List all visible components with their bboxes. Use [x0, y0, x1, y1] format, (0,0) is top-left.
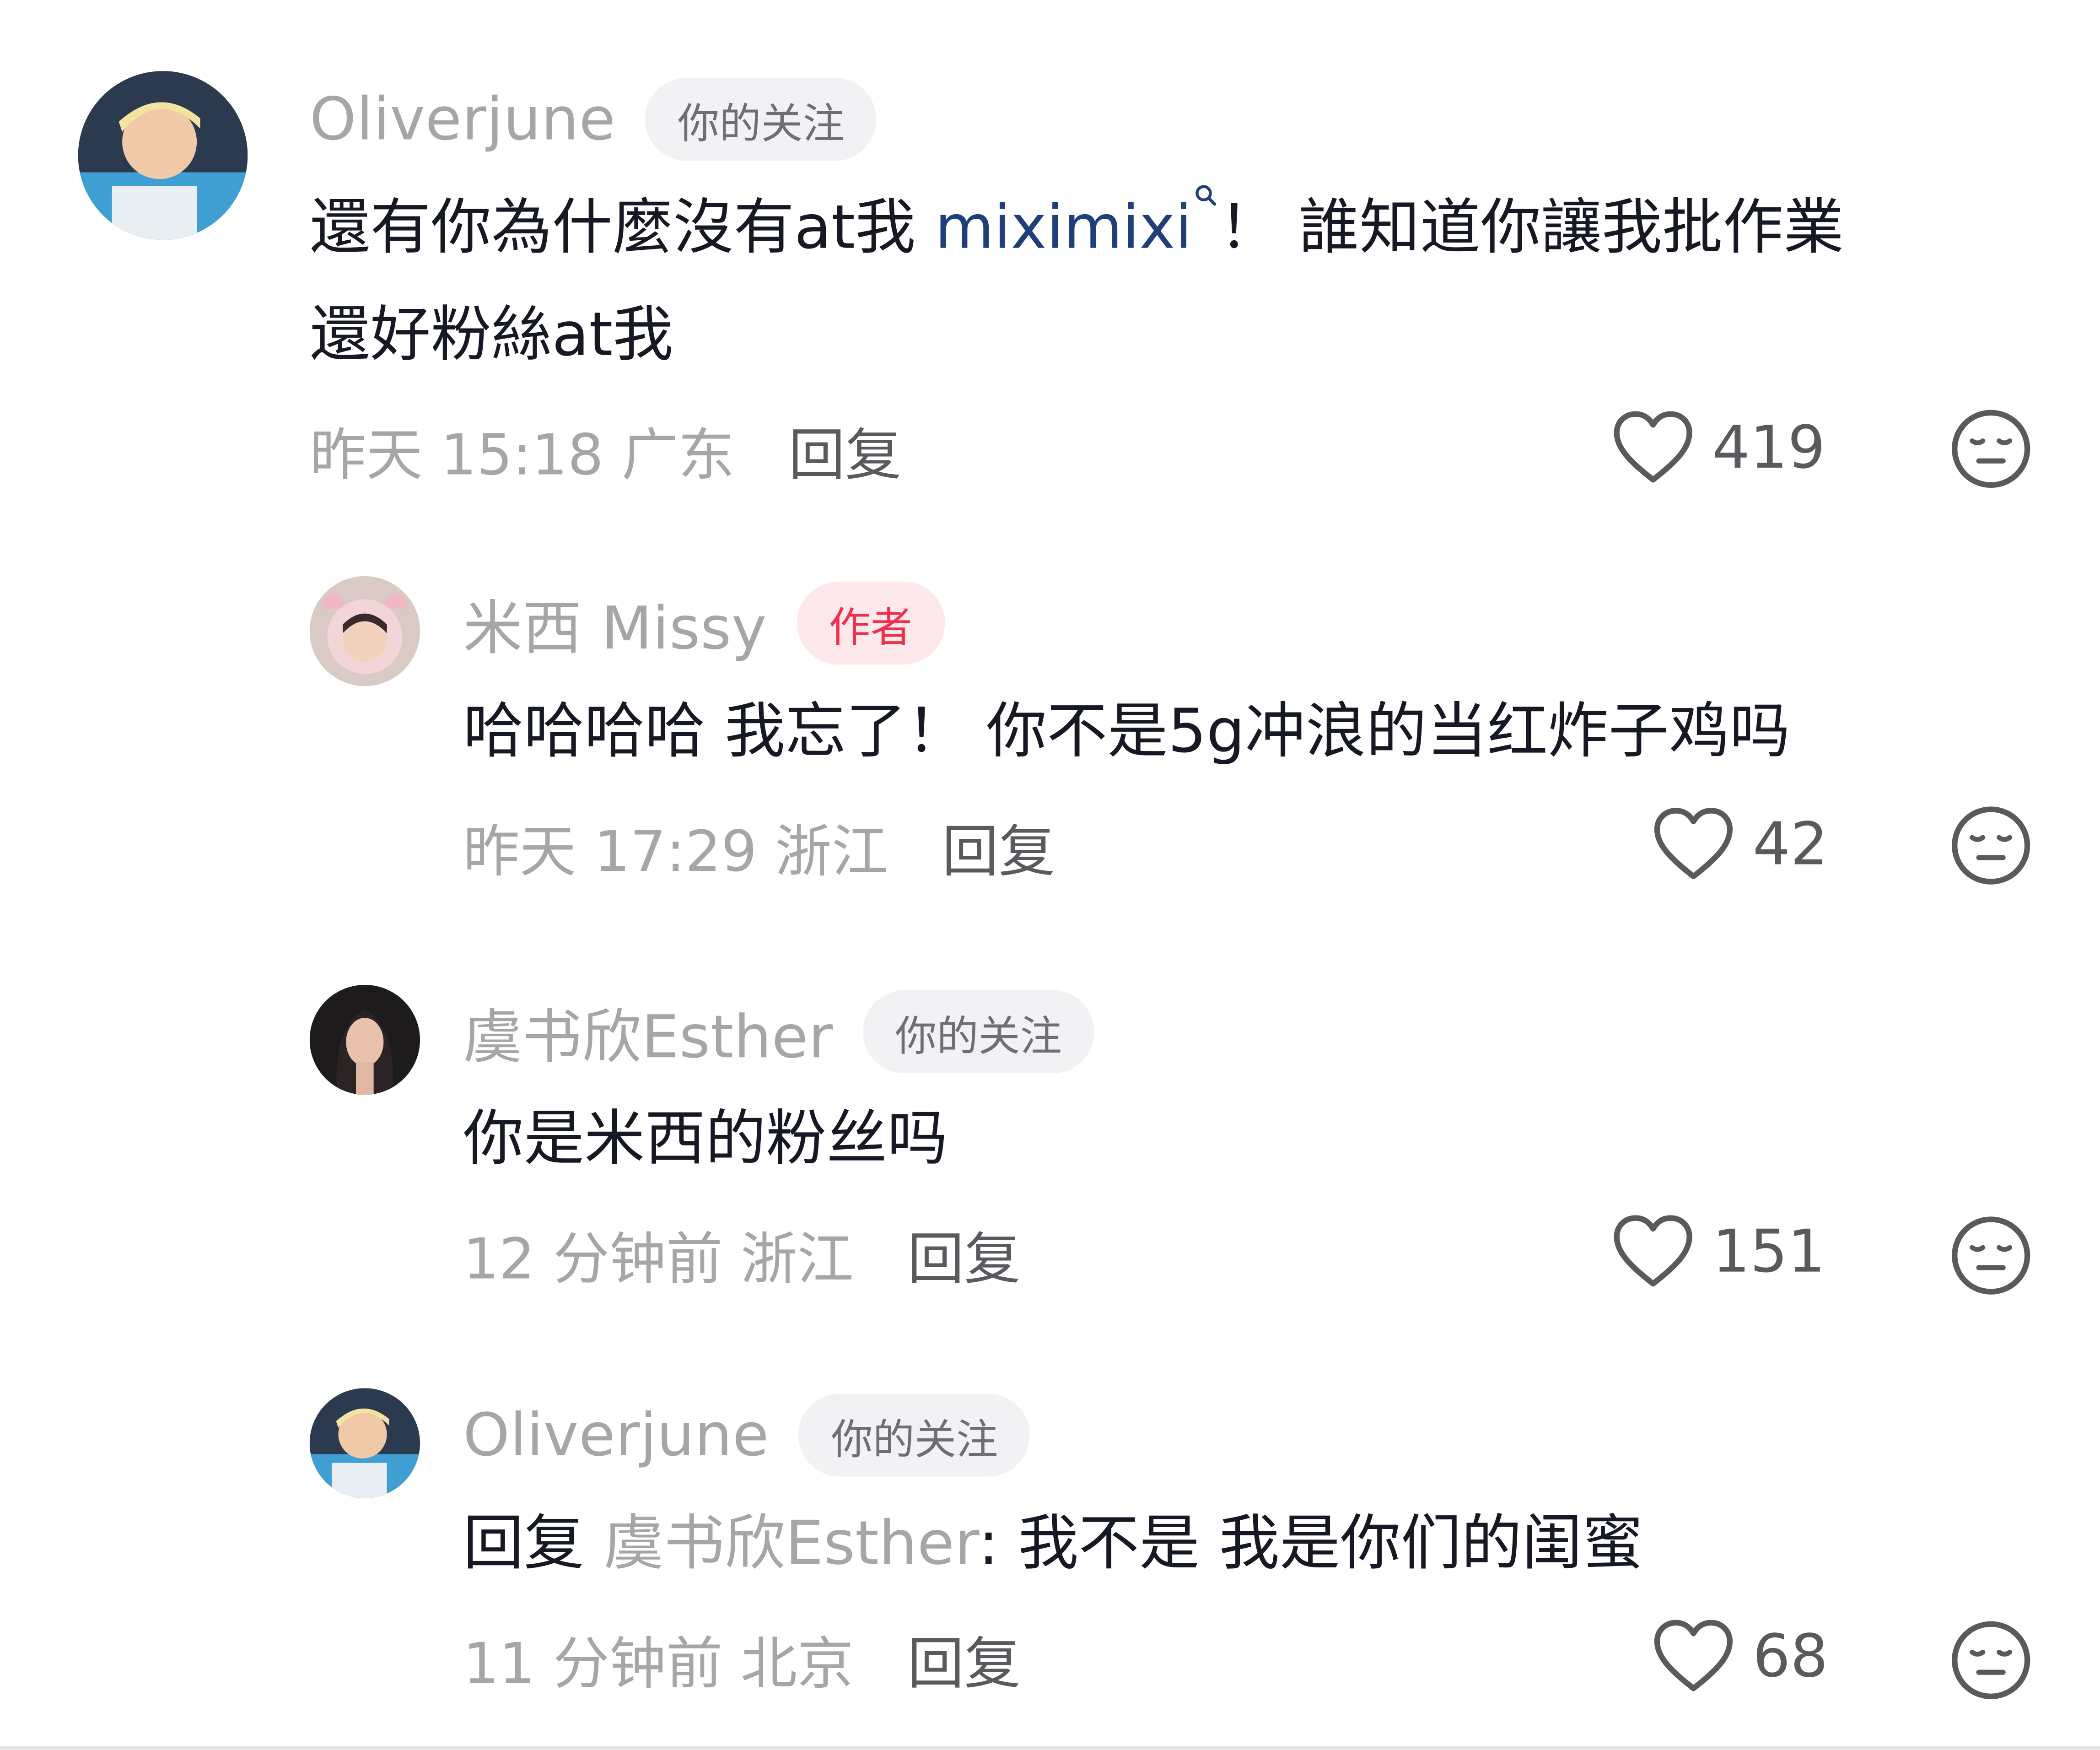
divider	[0, 1746, 2100, 1750]
like-button[interactable]: 42	[1653, 807, 1828, 882]
comment-meta: 昨天 17:29 浙江 回复	[463, 807, 1055, 889]
comment-time-location: 昨天 15:18 广东	[309, 422, 735, 488]
comment-header: Oliverjune 你的关注	[310, 77, 877, 161]
like-button[interactable]: 419	[1613, 410, 1825, 485]
like-count: 68	[1752, 1622, 1828, 1691]
avatar[interactable]	[78, 71, 248, 240]
username[interactable]: Oliverjune	[463, 1401, 769, 1469]
like-button[interactable]: 68	[1653, 1619, 1828, 1694]
search-icon	[1196, 185, 1217, 206]
like-button[interactable]: 151	[1613, 1214, 1825, 1289]
heart-outline-icon	[1654, 1620, 1733, 1691]
following-badge: 你的关注	[798, 1394, 1030, 1477]
dislike-button[interactable]	[1949, 407, 2032, 491]
like-count: 151	[1712, 1217, 1825, 1286]
avatar-image	[309, 985, 420, 1095]
heart-outline-icon	[1654, 808, 1733, 880]
username[interactable]: 虞书欣Esther	[463, 989, 833, 1075]
comment-time-location: 11 分钟前 北京	[463, 1631, 854, 1696]
following-badge: 你的关注	[645, 77, 877, 161]
author-badge: 作者	[796, 581, 945, 665]
mention-link[interactable]: miximixi	[935, 185, 1219, 263]
comment-meta: 12 分钟前 浙江 回复	[463, 1214, 1021, 1296]
avatar-image	[78, 71, 248, 240]
comment-text-part: ！ 誰知道你讓我批作業	[1219, 191, 1844, 263]
reply-button[interactable]: 回复	[908, 1619, 1021, 1701]
avatar[interactable]	[309, 1388, 420, 1498]
heart-outline-icon	[1614, 1215, 1692, 1287]
comment-text: 你是米西的粉丝吗	[463, 1102, 948, 1174]
comment-text: 還有你為什麼沒有at我 miximixi ！ 誰知道你讓我批作業 還好粉絲at我	[310, 174, 1844, 389]
comment-text-part: 還好粉絲at我	[309, 298, 673, 370]
reply-to-username[interactable]: 虞书欣Esther	[603, 1507, 978, 1578]
reply-prefix: 回复	[463, 1507, 604, 1579]
mention-name: miximixi	[935, 191, 1192, 263]
dislike-button[interactable]	[1949, 804, 2032, 887]
avatar[interactable]	[309, 576, 420, 686]
comment-header: 米西 Missy 作者	[463, 580, 945, 666]
reply-button[interactable]: 回复	[908, 1214, 1021, 1296]
reply-button[interactable]: 回复	[788, 410, 901, 492]
comment-header: Oliverjune 你的关注	[463, 1394, 1030, 1477]
avatar[interactable]	[309, 985, 420, 1095]
dislike-button[interactable]	[1949, 1619, 2032, 1702]
neutral-face-icon	[1952, 1621, 2030, 1699]
username[interactable]: 米西 Missy	[463, 580, 767, 666]
comment-text: 回复 虞书欣Esther: 我不是 我是你们的闺蜜	[463, 1490, 1643, 1597]
neutral-face-icon	[1952, 806, 2030, 885]
comment-meta: 昨天 15:18 广东 回复	[310, 410, 902, 492]
neutral-face-icon	[1952, 410, 2030, 488]
heart-outline-icon	[1614, 411, 1692, 483]
comment-text-part: : 我不是 我是你们的闺蜜	[978, 1507, 1643, 1579]
username[interactable]: Oliverjune	[310, 85, 616, 153]
like-count: 419	[1712, 413, 1825, 482]
comment-text: 哈哈哈哈 我忘了！ 你不是5g冲浪的当红炸子鸡吗	[463, 695, 1790, 767]
like-count: 42	[1752, 810, 1828, 879]
comment-time-location: 12 分钟前 浙江	[463, 1226, 854, 1292]
avatar-image	[309, 1388, 420, 1498]
dislike-button[interactable]	[1949, 1214, 2032, 1297]
neutral-face-icon	[1952, 1216, 2030, 1295]
reply-button[interactable]: 回复	[942, 807, 1055, 889]
comment-meta: 11 分钟前 北京 回复	[463, 1619, 1021, 1701]
following-badge: 你的关注	[862, 990, 1094, 1074]
avatar-image	[309, 576, 420, 686]
comment-time-location: 昨天 17:29 浙江	[463, 819, 888, 885]
comment-thread: Oliverjune 你的关注 還有你為什麼沒有at我 miximixi ！ 誰知…	[0, 0, 2100, 1750]
comment-text-part: 還有你為什麼沒有at我	[309, 191, 935, 263]
comment-header: 虞书欣Esther 你的关注	[463, 989, 1094, 1075]
